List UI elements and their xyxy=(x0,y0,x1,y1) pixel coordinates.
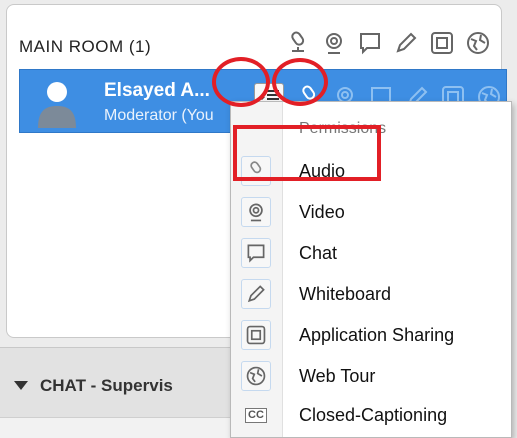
menu-item-application-sharing[interactable]: Application Sharing xyxy=(231,316,513,356)
menu-item-web-tour[interactable]: Web Tour xyxy=(231,357,513,397)
menu-item-whiteboard[interactable]: Whiteboard xyxy=(231,275,513,315)
globe-icon[interactable] xyxy=(461,28,495,58)
pencil-icon[interactable] xyxy=(389,28,423,58)
webcam-icon xyxy=(241,197,271,227)
menu-item-video[interactable]: Video xyxy=(231,193,513,233)
menu-item-label: Whiteboard xyxy=(299,284,392,304)
user-role: Moderator (You xyxy=(104,107,214,124)
chat-section-header[interactable]: CHAT - Supervis xyxy=(0,347,240,417)
chat-bubble-icon xyxy=(241,238,271,268)
menu-item-chat[interactable]: Chat xyxy=(231,234,513,274)
menu-item-closed-captioning[interactable]: CC Closed-Captioning xyxy=(231,396,513,436)
room-title: MAIN ROOM (1) xyxy=(19,37,152,56)
user-name: Elsayed A... xyxy=(104,80,210,101)
chat-area xyxy=(0,417,240,438)
menu-item-label: Video xyxy=(299,202,345,222)
chat-section-label: CHAT - Supervis xyxy=(40,376,173,395)
menu-item-label: Chat xyxy=(299,243,338,263)
app-share-icon[interactable] xyxy=(425,28,459,58)
annotation-circle-menu-button xyxy=(212,57,270,107)
closed-caption-icon: CC xyxy=(241,400,271,430)
app-share-icon xyxy=(241,320,271,350)
chat-bubble-icon[interactable] xyxy=(353,28,387,58)
collapse-arrow-icon[interactable] xyxy=(14,381,28,390)
room-permission-icons xyxy=(281,28,495,58)
webcam-icon[interactable] xyxy=(317,28,351,58)
globe-icon xyxy=(241,361,271,391)
menu-item-label: Closed-Captioning xyxy=(299,405,448,425)
avatar xyxy=(32,76,82,130)
menu-item-label: Application Sharing xyxy=(299,325,455,345)
microphone-icon[interactable] xyxy=(281,28,315,58)
annotation-box-audio xyxy=(233,125,381,181)
menu-item-label: Web Tour xyxy=(299,366,376,386)
pencil-icon xyxy=(241,279,271,309)
annotation-circle-microphone xyxy=(272,58,328,106)
